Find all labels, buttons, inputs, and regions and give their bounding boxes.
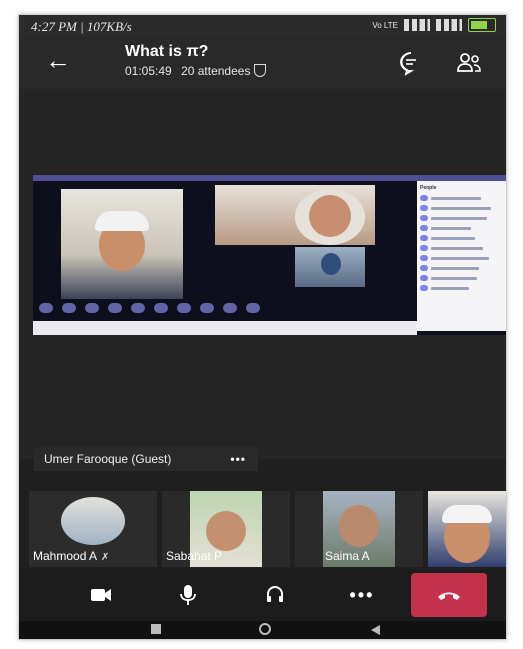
- signal-icon: [404, 19, 430, 31]
- video-feed-3: [295, 247, 365, 287]
- audio-button[interactable]: [245, 575, 305, 615]
- featured-speaker-label[interactable]: Umer Farooque (Guest) •••: [34, 447, 258, 471]
- attendee-count: 20 attendees: [181, 64, 251, 78]
- microphone-icon: [180, 585, 196, 605]
- status-icons: Vo LTE: [372, 18, 496, 32]
- back-nav-icon[interactable]: [371, 625, 380, 635]
- featured-speaker-name: Umer Farooque (Guest): [44, 452, 172, 466]
- hang-up-icon: [438, 592, 460, 600]
- participant-name-tile: Sabahat P ✗: [166, 549, 235, 563]
- video-camera-icon: [91, 589, 111, 601]
- video-feed-2: [215, 185, 375, 245]
- recents-icon[interactable]: [151, 624, 161, 634]
- participant-tile-1[interactable]: Mahmood A ✗: [29, 491, 157, 567]
- mic-button[interactable]: [158, 575, 218, 615]
- signal-icon-2: [436, 19, 462, 31]
- headset-icon: [267, 586, 283, 602]
- cap: [442, 505, 492, 523]
- participant-tile-4[interactable]: [428, 491, 506, 567]
- android-navbar: [19, 621, 506, 639]
- video-feed-1: [61, 189, 183, 299]
- participant-name-tile: Saima A: [325, 549, 370, 563]
- participant-name-tile: Mahmood A ✗: [33, 549, 110, 563]
- participant-tile-2[interactable]: Sabahat P ✗: [162, 491, 290, 567]
- participant-tiles: Mahmood A ✗ Sabahat P ✗ Saima A: [19, 479, 506, 567]
- people-panel: People: [417, 181, 506, 331]
- phone-screen: 4:27 PM | 107KB/s Vo LTE ← What is π? 01…: [18, 14, 507, 640]
- meeting-duration: 01:05:49: [125, 64, 172, 78]
- more-options-icon: •••: [349, 584, 375, 605]
- back-arrow-icon[interactable]: ←: [45, 47, 71, 73]
- status-bar: 4:27 PM | 107KB/s Vo LTE: [19, 15, 506, 37]
- battery-icon: [468, 18, 496, 32]
- participant-tile-3[interactable]: Saima A: [295, 491, 423, 567]
- person-3: [321, 253, 341, 275]
- mic-off-icon: ✗: [226, 552, 235, 563]
- meeting-subtitle: 01:05:49 20 attendees: [125, 64, 267, 78]
- shared-screen[interactable]: People: [33, 175, 506, 335]
- windows-taskbar: [33, 321, 417, 335]
- status-time-speed: 4:27 PM | 107KB/s: [31, 19, 132, 34]
- call-controls: •••: [19, 569, 506, 621]
- hang-up-button[interactable]: [411, 573, 487, 617]
- more-button[interactable]: •••: [332, 575, 392, 615]
- home-icon[interactable]: [259, 623, 271, 635]
- person-face: [206, 511, 246, 551]
- shield-icon: [254, 64, 267, 77]
- participants-icon[interactable]: [455, 49, 483, 77]
- volte-icon: Vo LTE: [372, 20, 398, 30]
- avatar-row: [39, 303, 260, 313]
- meeting-title: What is π?: [125, 43, 209, 60]
- mic-off-icon: ✗: [101, 552, 110, 563]
- chat-icon[interactable]: [397, 49, 425, 77]
- featured-more-icon[interactable]: •••: [230, 447, 246, 471]
- cap: [95, 211, 149, 231]
- avatar: [61, 497, 125, 545]
- people-panel-header: People: [420, 185, 437, 191]
- person-face: [339, 505, 379, 547]
- camera-button[interactable]: [71, 575, 131, 615]
- person-face-2: [309, 195, 351, 237]
- meeting-header: ← What is π? 01:05:49 20 attendees: [19, 37, 506, 89]
